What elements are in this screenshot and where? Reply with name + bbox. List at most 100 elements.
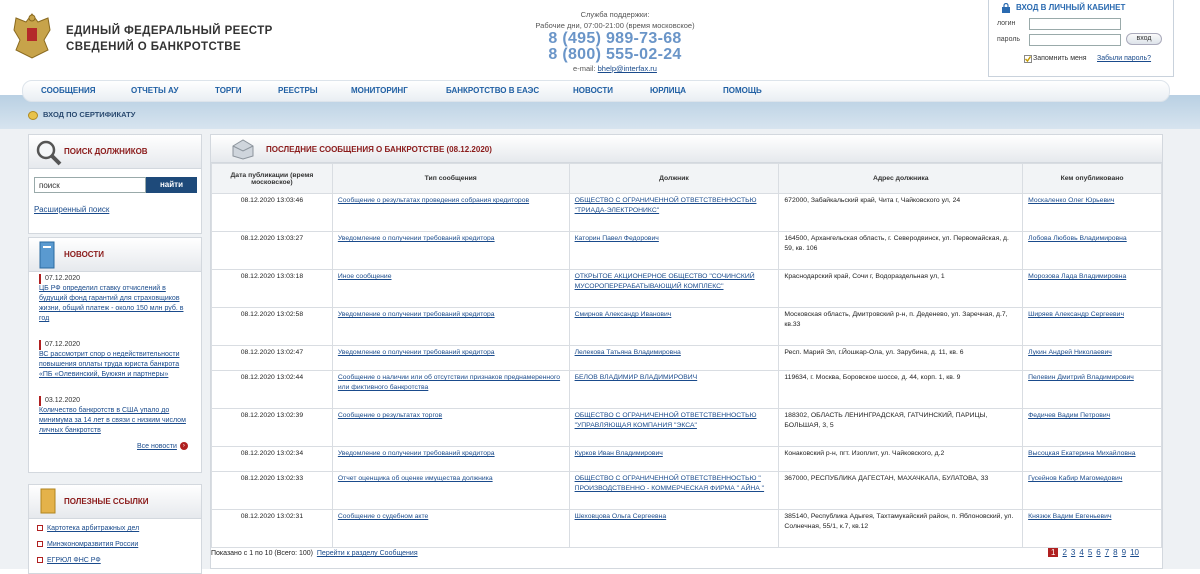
main-nav: СООБЩЕНИЯ ОТЧЕТЫ АУ ТОРГИ РЕЕСТРЫ МОНИТО… bbox=[22, 80, 1170, 102]
advanced-search-link[interactable]: Расширенный поиск bbox=[34, 205, 109, 214]
cell-date-text: 08.12.2020 13:02:33 bbox=[240, 475, 304, 482]
column-header-debtor: Должник bbox=[568, 163, 780, 194]
cell-publisher: Федичев Вадим Петрович bbox=[1022, 408, 1162, 447]
cell-address-text: 164500, Архангельская область, г. Северо… bbox=[784, 235, 1009, 252]
certificate-icon bbox=[28, 110, 38, 120]
cell-address: Конаковский р-н, пгт. Изоплит, ул. Чайко… bbox=[778, 446, 1024, 472]
cell-message-type-link[interactable]: Сообщение о наличии или об отсутствии пр… bbox=[338, 374, 560, 391]
cell-publisher-link[interactable]: Лобова Любовь Владимировна bbox=[1028, 235, 1127, 242]
external-link-icon bbox=[37, 557, 43, 564]
cell-publisher-link[interactable]: Морозова Лада Владимировна bbox=[1028, 273, 1126, 280]
cell-message-type-link[interactable]: Отчет оценщика об оценке имущества должн… bbox=[338, 475, 493, 482]
login-button[interactable]: вход bbox=[1126, 33, 1162, 45]
cell-debtor-link[interactable]: ОТКРЫТОЕ АКЦИОНЕРНОЕ ОБЩЕСТВО "СОЧИНСКИЙ… bbox=[575, 273, 755, 290]
nav-item-messages[interactable]: СООБЩЕНИЯ bbox=[41, 86, 96, 95]
search-input[interactable]: поиск bbox=[34, 177, 146, 193]
useful-link[interactable]: ЕГРЮЛ ФНС РФ bbox=[37, 557, 101, 564]
cell-message-type-link[interactable]: Уведомление о получении требований креди… bbox=[338, 235, 495, 242]
all-news-link[interactable]: Все новости › bbox=[137, 442, 188, 450]
nav-item-news[interactable]: НОВОСТИ bbox=[573, 86, 613, 95]
table-row: 08.12.2020 13:03:18 Иное сообщение ОТКРЫТО… bbox=[211, 269, 1162, 308]
password-input[interactable] bbox=[1029, 34, 1121, 46]
nav-item-legal-entities[interactable]: ЮРЛИЦА bbox=[650, 86, 686, 95]
cell-publisher-link[interactable]: Высоцкая Екатерина Михайловна bbox=[1028, 450, 1135, 457]
news-link[interactable]: ВС рассмотрит спор о недействительности … bbox=[39, 351, 180, 378]
cell-publisher: Москаленко Олег Юрьевич bbox=[1022, 193, 1162, 232]
login-input[interactable] bbox=[1029, 18, 1121, 30]
cell-publisher-link[interactable]: Пелевин Дмитрий Владимирович bbox=[1028, 374, 1134, 381]
table-row: 08.12.2020 13:02:31 Сообщение о судебном … bbox=[211, 509, 1162, 548]
cell-publisher-link[interactable]: Ширяев Александр Сергеевич bbox=[1028, 311, 1124, 318]
remember-label: Запомнить меня bbox=[1033, 55, 1087, 62]
cell-address-text: Краснодарский край, Сочи г, Водораздельн… bbox=[784, 273, 945, 280]
page-link[interactable]: 2 bbox=[1062, 548, 1066, 557]
page-link[interactable]: 1 bbox=[1048, 548, 1059, 557]
goto-messages-link[interactable]: Перейти к разделу Сообщения bbox=[317, 550, 418, 557]
news-link[interactable]: Количество банкротств в США упало до мин… bbox=[39, 407, 186, 434]
cell-date-text: 08.12.2020 13:02:58 bbox=[240, 311, 304, 318]
forgot-password-link[interactable]: Забыли пароль? bbox=[1097, 55, 1151, 62]
cell-debtor-link[interactable]: Смирнов Александр Иванович bbox=[575, 311, 672, 318]
support-phone-1: 8 (495) 989-73-68 bbox=[548, 30, 682, 47]
cell-debtor-link[interactable]: Курков Иван Владимирович bbox=[575, 450, 663, 457]
remember-checkbox[interactable] bbox=[1024, 55, 1032, 65]
search-button[interactable]: найти bbox=[146, 177, 197, 193]
messages-panel: ПОСЛЕДНИЕ СООБЩЕНИЯ О БАНКРОТСТВЕ (08.12… bbox=[210, 134, 1163, 569]
cell-message-type-link[interactable]: Уведомление о получении требований креди… bbox=[338, 450, 495, 457]
cell-date: 08.12.2020 13:02:47 bbox=[211, 345, 333, 371]
useful-link[interactable]: Картотека арбитражных дел bbox=[37, 525, 139, 532]
cell-message-type-link[interactable]: Сообщение о судебном акте bbox=[338, 513, 428, 520]
cell-message-type-link[interactable]: Сообщение о результатах проведения собра… bbox=[338, 197, 529, 204]
cell-address-text: 385140, Республика Адыгея, Тахтамукайски… bbox=[784, 513, 1014, 530]
page-link[interactable]: 7 bbox=[1105, 548, 1109, 557]
page-link[interactable]: 9 bbox=[1122, 548, 1126, 557]
page-link[interactable]: 8 bbox=[1113, 548, 1117, 557]
cell-debtor: БЕЛОВ ВЛАДИМИР ВЛАДИМИРОВИЧ bbox=[568, 370, 780, 409]
cell-date-text: 08.12.2020 13:03:46 bbox=[240, 197, 304, 204]
cell-message-type: Сообщение о наличии или об отсутствии пр… bbox=[331, 370, 570, 409]
cell-debtor-link[interactable]: Шеховцова Ольга Сергеевна bbox=[575, 513, 667, 520]
cell-publisher-link[interactable]: Лукин Андрей Николаевич bbox=[1028, 349, 1112, 356]
cell-publisher-link[interactable]: Федичев Вадим Петрович bbox=[1028, 412, 1110, 419]
cell-publisher-link[interactable]: Гусейнов Кабир Магомедович bbox=[1028, 475, 1122, 482]
cell-address-text: 188302, ОБЛАСТЬ ЛЕНИНГРАДСКАЯ, ГАТЧИНСКИ… bbox=[784, 412, 988, 429]
cell-publisher-link[interactable]: Москаленко Олег Юрьевич bbox=[1028, 197, 1114, 204]
column-header-address: Адрес должника bbox=[778, 163, 1024, 194]
certificate-login[interactable]: ВХОД ПО СЕРТИФИКАТУ bbox=[28, 110, 135, 120]
cell-debtor-link[interactable]: БЕЛОВ ВЛАДИМИР ВЛАДИМИРОВИЧ bbox=[575, 374, 698, 381]
cell-debtor-link[interactable]: ОБЩЕСТВО С ОГРАНИЧЕННОЙ ОТВЕТСТВЕННОСТЬЮ… bbox=[575, 475, 765, 492]
search-panel: ПОИСК ДОЛЖНИКОВ поиск найти Расширенный … bbox=[28, 134, 202, 234]
table-row: 08.12.2020 13:02:34 Уведомление о получен… bbox=[211, 446, 1162, 472]
cell-publisher: Морозова Лада Владимировна bbox=[1022, 269, 1162, 308]
cell-message-type-link[interactable]: Уведомление о получении требований креди… bbox=[338, 311, 495, 318]
cell-message-type: Уведомление о получении требований креди… bbox=[331, 307, 570, 346]
login-label: логин bbox=[997, 20, 1016, 27]
nav-item-help[interactable]: ПОМОЩЬ bbox=[723, 86, 762, 95]
cell-date: 08.12.2020 13:02:39 bbox=[211, 408, 333, 447]
cell-message-type-link[interactable]: Уведомление о получении требований креди… bbox=[338, 349, 495, 356]
cell-debtor-link[interactable]: ОБЩЕСТВО С ОГРАНИЧЕННОЙ ОТВЕТСТВЕННОСТЬЮ… bbox=[575, 412, 757, 429]
cell-message-type-link[interactable]: Сообщение о результатах торгов bbox=[338, 412, 442, 419]
cell-date-text: 08.12.2020 13:03:27 bbox=[240, 235, 304, 242]
news-link[interactable]: ЦБ РФ определил ставку отчислений в буду… bbox=[39, 285, 183, 322]
page-link[interactable]: 3 bbox=[1071, 548, 1075, 557]
cell-debtor-link[interactable]: Каторин Павел Федорович bbox=[575, 235, 659, 242]
cell-address-text: Респ. Марий Эл, г.Йошкар-Ола, ул. Заруби… bbox=[784, 349, 964, 356]
page-link[interactable]: 6 bbox=[1096, 548, 1100, 557]
cell-publisher-link[interactable]: Князюк Вадим Евгеньевич bbox=[1028, 513, 1111, 520]
nav-item-monitoring[interactable]: МОНИТОРИНГ bbox=[351, 86, 408, 95]
nav-item-eaeu[interactable]: БАНКРОТСТВО В ЕАЭС bbox=[446, 86, 539, 95]
page-link[interactable]: 4 bbox=[1079, 548, 1083, 557]
page-link[interactable]: 10 bbox=[1130, 548, 1139, 557]
nav-item-registries[interactable]: РЕЕСТРЫ bbox=[278, 86, 318, 95]
cell-debtor-link[interactable]: ОБЩЕСТВО С ОГРАНИЧЕННОЙ ОТВЕТСТВЕННОСТЬЮ… bbox=[575, 197, 757, 214]
cell-message-type-link[interactable]: Иное сообщение bbox=[338, 273, 392, 280]
useful-link[interactable]: Минэкономразвития России bbox=[37, 541, 138, 548]
nav-item-reports[interactable]: ОТЧЕТЫ АУ bbox=[131, 86, 178, 95]
page-link[interactable]: 5 bbox=[1088, 548, 1092, 557]
support-email-link[interactable]: bhelp@interfax.ru bbox=[598, 64, 657, 73]
cell-debtor-link[interactable]: Лелекова Татьяна Владимировна bbox=[575, 349, 681, 356]
cell-address: Московская область, Дмитровский р-н, п. … bbox=[778, 307, 1024, 346]
messages-title: ПОСЛЕДНИЕ СООБЩЕНИЯ О БАНКРОТСТВЕ (08.12… bbox=[266, 145, 492, 154]
nav-item-auctions[interactable]: ТОРГИ bbox=[215, 86, 242, 95]
